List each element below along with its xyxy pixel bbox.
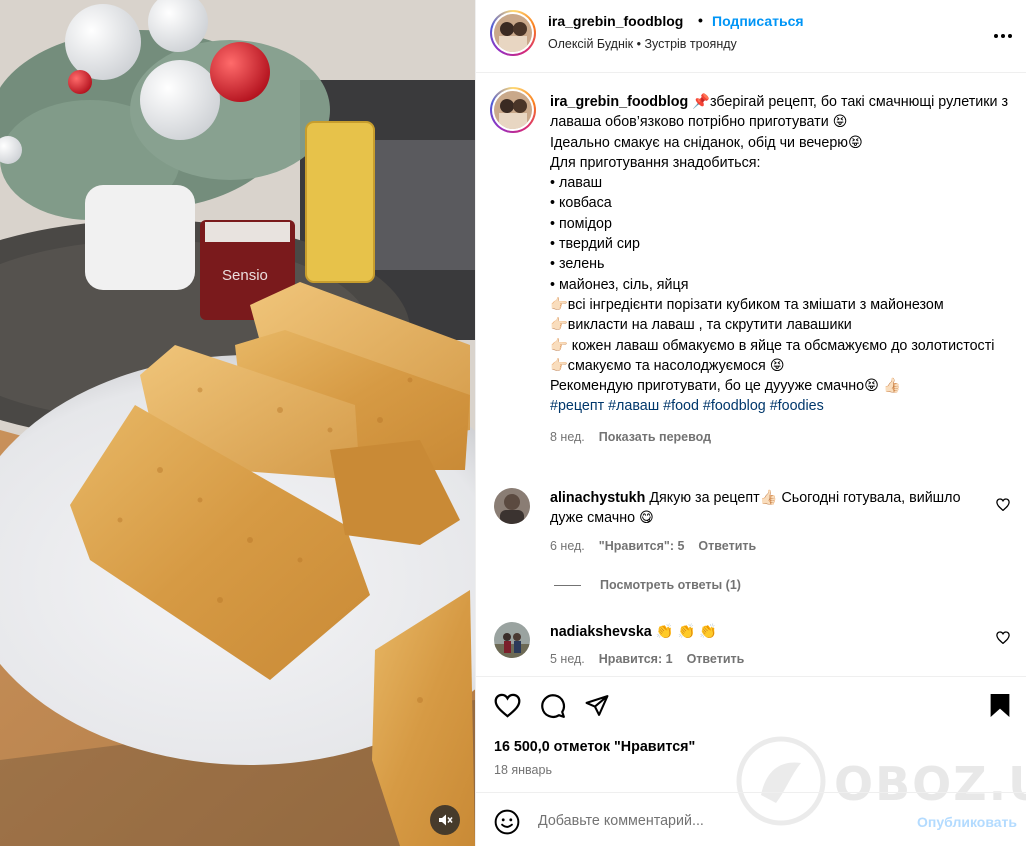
comment-age: 6 нед. bbox=[550, 539, 585, 553]
caption-username[interactable]: ira_grebin_foodblog bbox=[550, 94, 688, 110]
caption-line: • майонез, сіль, яйця bbox=[550, 276, 689, 293]
comment-text: nadiakshevska 👏 👏 👏 bbox=[550, 622, 980, 642]
view-replies-button[interactable]: Посмотреть ответы (1) bbox=[554, 578, 741, 592]
author-username[interactable]: ira_grebin_foodblog bbox=[548, 13, 683, 29]
post-actions: 16 500,0 отметок "Нравится" 18 январь bbox=[476, 676, 1026, 791]
share-button[interactable] bbox=[584, 693, 610, 723]
like-comment-button[interactable] bbox=[996, 498, 1010, 516]
comment-input[interactable] bbox=[538, 810, 898, 832]
more-options-button[interactable] bbox=[993, 22, 1013, 45]
comment-likes[interactable]: Нравится: 1 bbox=[599, 652, 673, 666]
post-date: 18 январь bbox=[494, 763, 552, 777]
comment-button[interactable] bbox=[540, 693, 566, 724]
caption-meta: 8 нед. Показать перевод bbox=[550, 427, 1010, 447]
like-button[interactable] bbox=[494, 693, 521, 723]
candle-brand-label: Sensio bbox=[222, 267, 268, 284]
save-button[interactable] bbox=[989, 693, 1011, 723]
caption-line: 👉🏻смакуємо та насолоджуємося 😝 bbox=[550, 357, 785, 374]
emoji-button[interactable] bbox=[494, 809, 520, 840]
follow-button[interactable]: Подписаться bbox=[712, 13, 804, 29]
food-photo: Sensio bbox=[0, 0, 475, 846]
comment-age: 5 нед. bbox=[550, 652, 585, 666]
author-avatar-ring[interactable] bbox=[490, 10, 536, 56]
likes-count[interactable]: 16 500,0 отметок "Нравится" bbox=[494, 739, 695, 755]
heart-outline-icon bbox=[996, 498, 1010, 512]
post-panel: ira_grebin_foodblog • Подписаться Олексі… bbox=[475, 0, 1026, 846]
caption-line: Для приготування знадобиться: bbox=[550, 154, 761, 171]
reply-button[interactable]: Ответить bbox=[698, 539, 756, 553]
caption-line: • лаваш bbox=[550, 175, 603, 192]
caption-line: 👉🏻 кожен лаваш обмакуємо в яйце та обсма… bbox=[550, 337, 995, 354]
comment-text: alinachystukh Дякую за рецепт👍🏻 Сьогодні… bbox=[550, 488, 980, 529]
heart-icon bbox=[494, 693, 521, 718]
author-avatar bbox=[494, 14, 532, 52]
caption-line: Рекомендую приготувати, бо це дуууже сма… bbox=[550, 378, 901, 395]
caption-line: • помідор bbox=[550, 215, 612, 232]
caption-hashtags[interactable]: #рецепт #лаваш #food #foodblog #foodies bbox=[550, 396, 1010, 416]
post-header: ira_grebin_foodblog • Подписаться Олексі… bbox=[476, 0, 1026, 73]
mute-button[interactable] bbox=[430, 805, 460, 835]
more-dots-icon bbox=[994, 34, 1012, 38]
heart-outline-icon bbox=[996, 631, 1010, 645]
commenter-avatar[interactable] bbox=[494, 488, 530, 524]
post-caption: ira_grebin_foodblog 📌зберігай рецепт, бо… bbox=[550, 92, 1010, 447]
caption-line: • зелень bbox=[550, 256, 605, 273]
speaker-muted-icon bbox=[439, 814, 453, 826]
caption-age: 8 нед. bbox=[550, 429, 585, 444]
publish-button[interactable]: Опубликовать bbox=[917, 814, 1017, 830]
caption-avatar bbox=[494, 91, 532, 129]
caption-line: 👉🏻викласти на лаваш , та скрутити лаваши… bbox=[550, 317, 852, 334]
smiley-icon bbox=[494, 809, 520, 835]
add-comment-bar: Опубликовать bbox=[476, 792, 1026, 846]
comment-bubble-icon bbox=[541, 694, 565, 718]
comment-meta: 5 нед. Нравится: 1 Ответить bbox=[550, 652, 744, 666]
commenter-avatar[interactable] bbox=[494, 622, 530, 658]
reply-button[interactable]: Ответить bbox=[687, 652, 745, 666]
like-comment-button[interactable] bbox=[996, 631, 1010, 649]
caption-line: Ідеально смакує на сніданок, обід чи веч… bbox=[550, 134, 863, 151]
post-media[interactable]: Sensio bbox=[0, 0, 475, 846]
bookmark-filled-icon bbox=[990, 694, 1010, 717]
caption-line: • твердий сир bbox=[550, 236, 640, 253]
comment-body: 👏 👏 👏 bbox=[655, 624, 718, 640]
comment-likes[interactable]: "Нравится": 5 bbox=[599, 539, 685, 553]
caption-line: 👉🏻всі інгредієнти порізати кубиком та зм… bbox=[550, 296, 944, 313]
show-translation-button[interactable]: Показать перевод bbox=[599, 430, 711, 444]
caption-line: • ковбаса bbox=[550, 195, 612, 212]
audio-track-label[interactable]: Олексій Буднік • Зустрів троянду bbox=[548, 37, 737, 51]
caption-avatar-ring[interactable] bbox=[490, 87, 536, 133]
paper-plane-icon bbox=[585, 695, 609, 716]
commenter-username[interactable]: nadiakshevska bbox=[550, 624, 652, 640]
header-separator: • bbox=[698, 12, 703, 28]
comment-meta: 6 нед. "Нравится": 5 Ответить bbox=[550, 539, 756, 553]
commenter-username[interactable]: alinachystukh bbox=[550, 490, 645, 506]
